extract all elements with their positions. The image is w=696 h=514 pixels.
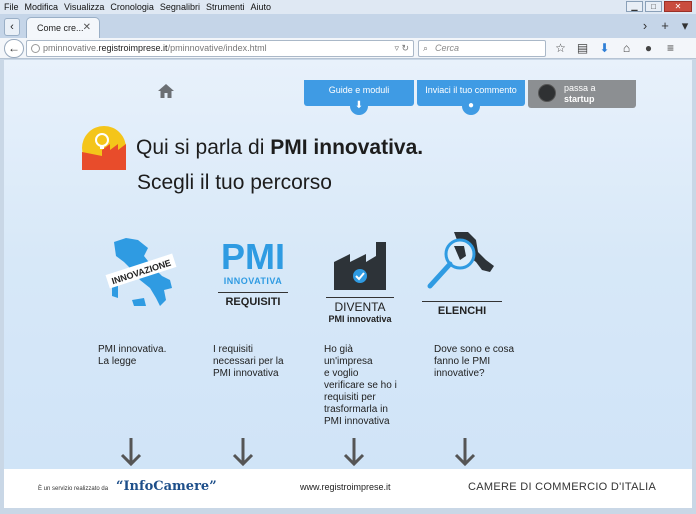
feature-legge[interactable]: INNOVAZIONE <box>104 236 178 319</box>
navigation-bar: ← pminnovative.registroimprese.it/pminno… <box>0 38 696 59</box>
menu-aiuto[interactable]: Aiuto <box>250 2 271 12</box>
feature-elenchi[interactable]: ELENCHI <box>422 230 502 317</box>
url-bar[interactable]: pminnovative.registroimprese.it/pminnova… <box>26 40 414 57</box>
passa-a-startup-button[interactable]: passa a startup <box>528 80 636 108</box>
menu-visualizza[interactable]: Visualizza <box>64 2 104 12</box>
close-tab-icon[interactable]: ✕ <box>83 22 91 33</box>
menu-strumenti[interactable]: Strumenti <box>206 2 245 12</box>
elenchi-badge: ELENCHI <box>422 301 502 317</box>
tab-list-icon[interactable]: ▾ <box>678 18 692 34</box>
site-home-icon[interactable] <box>158 84 174 98</box>
globe-icon <box>31 44 40 53</box>
search-placeholder: Cerca <box>435 43 460 53</box>
down-arrow-icon[interactable] <box>232 438 254 466</box>
menu-bar: File Modifica Visualizza Cronologia Segn… <box>0 0 696 14</box>
comment-label: Inviaci il tuo commento <box>425 85 517 95</box>
search-input[interactable]: ⌕ Cerca <box>418 40 546 57</box>
menu-hamburger-icon[interactable]: ≡ <box>662 40 679 57</box>
pmi-logo-icon <box>82 126 126 170</box>
camere-commercio-logo[interactable]: CAMERE DI COMMERCIO D'ITALIA <box>468 481 656 493</box>
page-footer: È un servizio realizzato da “InfoCamere”… <box>4 469 692 508</box>
new-tab-icon[interactable]: + <box>658 18 672 34</box>
tab-strip: ‹ Come cre... ✕ › + ▾ <box>0 14 696 38</box>
italy-map-icon: INNOVAZIONE <box>105 238 177 306</box>
title-bold: PMI innovativa. <box>270 136 424 159</box>
menu-modifica[interactable]: Modifica <box>25 2 59 12</box>
tab-scroll-right-icon[interactable]: › <box>638 18 652 34</box>
reload-icon[interactable]: ▿ ↻ <box>394 41 409 56</box>
startup-line1: passa a <box>564 83 596 93</box>
bookmark-star-icon[interactable]: ☆ <box>552 40 569 57</box>
maximize-icon[interactable]: □ <box>645 1 662 12</box>
search-icon: ⌕ <box>423 43 429 53</box>
feature-diventa[interactable]: DIVENTA PMI innovativa <box>326 242 394 324</box>
chat-icon[interactable]: ● <box>640 40 657 57</box>
down-arrow-icon[interactable] <box>454 438 476 466</box>
diventa-badge: DIVENTA <box>326 297 394 314</box>
url-prefix: pminnovative. <box>43 43 99 53</box>
feature-requisiti[interactable]: PMI INNOVATIVA REQUISITI <box>218 236 288 308</box>
startup-line2: startup <box>564 94 595 104</box>
window-controls: ▁ □ ✕ <box>626 1 692 12</box>
footer-service-text: È un servizio realizzato da <box>38 486 109 492</box>
feature-diventa-text[interactable]: Ho già un'impresa e voglio verificare se… <box>324 344 397 428</box>
feature-requisiti-text[interactable]: I requisiti necessari per la PMI innovat… <box>213 344 284 380</box>
tab-scroll-left-icon[interactable]: ‹ <box>4 18 20 36</box>
close-window-icon[interactable]: ✕ <box>664 1 692 12</box>
startup-avatar-icon <box>538 84 556 102</box>
web-page: Guide e moduli ⬇ Inviaci il tuo commento… <box>4 60 692 508</box>
requisiti-badge: REQUISITI <box>218 292 288 308</box>
guide-label: Guide e moduli <box>328 85 390 95</box>
tab-strip-controls: › + ▾ <box>638 18 692 34</box>
speech-bubble-icon: ● <box>462 97 480 115</box>
browser-tab[interactable]: Come cre... ✕ <box>26 17 100 38</box>
infocamere-logo[interactable]: “InfoCamere” <box>116 479 217 494</box>
toolbar-icons: ☆ ▤ ⬇ ⌂ ● ≡ <box>552 40 679 57</box>
url-path: /pminnovative/index.html <box>167 43 267 53</box>
innovativa-badge: INNOVATIVA <box>223 276 283 286</box>
download-icon[interactable]: ⬇ <box>596 40 613 57</box>
minimize-icon[interactable]: ▁ <box>626 1 643 12</box>
inviaci-commento-button[interactable]: Inviaci il tuo commento ● <box>417 80 525 115</box>
download-arrow-icon: ⬇ <box>350 97 368 115</box>
pmi-badge: PMI <box>220 236 285 277</box>
url-host: registroimprese.it <box>98 43 168 53</box>
home-icon[interactable]: ⌂ <box>618 40 635 57</box>
page-title: Qui si parla di PMI innovativa. <box>136 136 424 159</box>
magnifier-map-icon <box>427 232 494 289</box>
back-arrow-icon[interactable]: ← <box>4 39 24 58</box>
feature-legge-text[interactable]: PMI innovativa. La legge <box>98 344 166 368</box>
menu-cronologia[interactable]: Cronologia <box>110 2 154 12</box>
menu-file[interactable]: File <box>4 2 19 12</box>
pmi-innovativa-badge: PMI innovativa <box>328 314 392 324</box>
down-arrow-icon[interactable] <box>120 438 142 466</box>
footer-url-link[interactable]: www.registroimprese.it <box>300 482 391 492</box>
factory-icon <box>334 242 386 290</box>
reading-list-icon[interactable]: ▤ <box>574 40 591 57</box>
feature-elenchi-text[interactable]: Dove sono e cosa fanno le PMI innovative… <box>434 344 514 380</box>
menu-segnalibri[interactable]: Segnalibri <box>160 2 200 12</box>
page-subtitle: Scegli il tuo percorso <box>137 171 332 194</box>
guide-e-moduli-button[interactable]: Guide e moduli ⬇ <box>304 80 414 115</box>
tab-title: Come cre... <box>37 23 84 33</box>
down-arrow-icon[interactable] <box>343 438 365 466</box>
